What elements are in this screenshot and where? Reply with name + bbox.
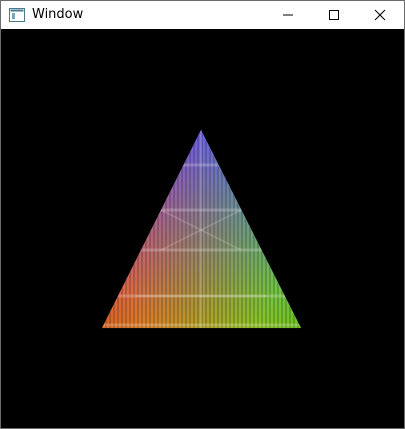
triangle-render [101,128,302,329]
app-window: Window [0,0,405,429]
title-bar[interactable]: Window [1,1,404,29]
close-button[interactable] [357,1,403,29]
render-canvas[interactable] [1,29,404,428]
minimize-button[interactable] [265,1,311,29]
maximize-button[interactable] [311,1,357,29]
maximize-icon [329,10,339,20]
window-title: Window [32,7,84,22]
window-app-icon [9,7,25,22]
close-icon [374,9,386,21]
minimize-icon [283,14,293,16]
